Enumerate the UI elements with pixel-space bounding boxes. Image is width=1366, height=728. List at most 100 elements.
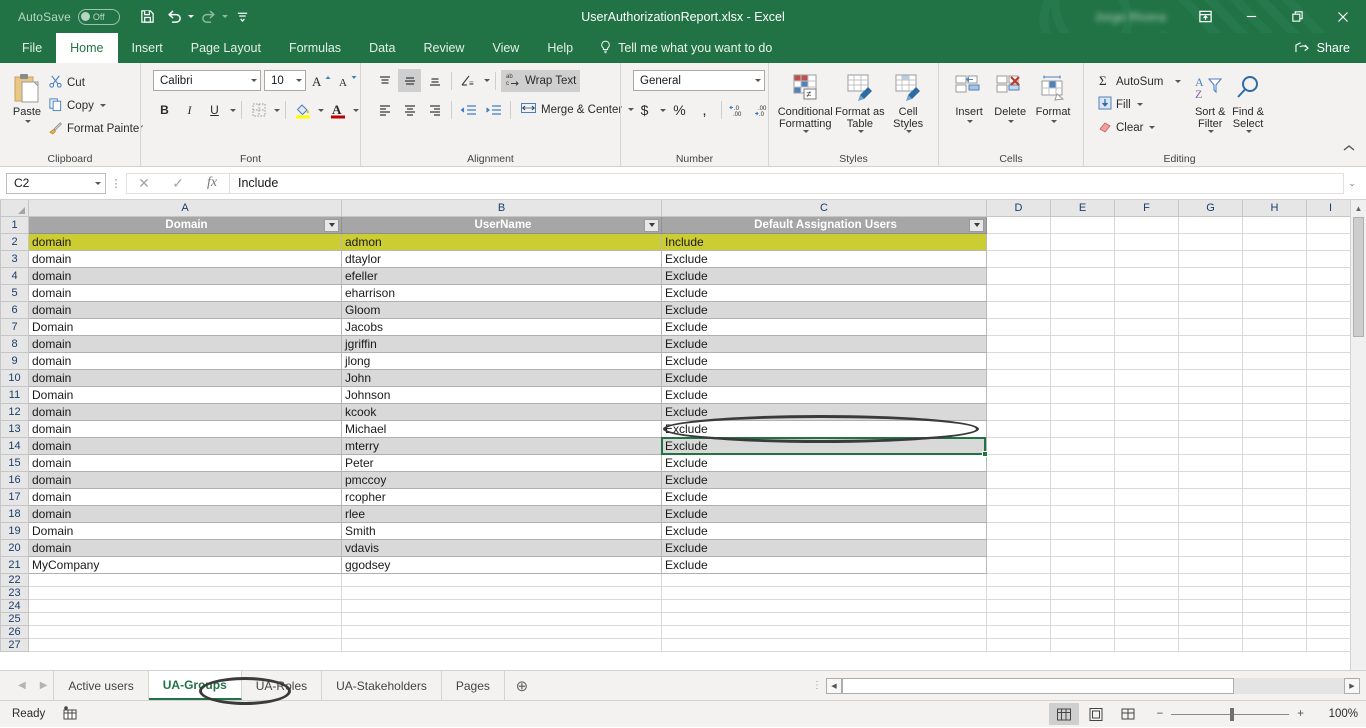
cell-domain-18[interactable]: domain: [28, 504, 342, 523]
formula-bar-splitter[interactable]: ⋮: [106, 177, 126, 190]
accounting-dropdown-icon[interactable]: [660, 108, 666, 112]
cell-d5[interactable]: [986, 283, 1051, 302]
cell-e18[interactable]: [1050, 504, 1115, 523]
cell-e23[interactable]: [1050, 585, 1115, 600]
tab-home[interactable]: Home: [56, 33, 118, 63]
cell-username-3[interactable]: dtaylor: [341, 249, 662, 268]
increase-decimal-icon[interactable]: .0.00: [727, 99, 750, 122]
cell-e20[interactable]: [1050, 538, 1115, 557]
cell-g17[interactable]: [1178, 487, 1243, 506]
cell-g13[interactable]: [1178, 419, 1243, 438]
sheet-tab-pages[interactable]: Pages: [442, 671, 505, 700]
row-header-3[interactable]: 3: [0, 249, 29, 268]
tab-file[interactable]: File: [8, 33, 56, 63]
cell-f2[interactable]: [1114, 232, 1179, 251]
cell-f14[interactable]: [1114, 436, 1179, 455]
cell-username-6[interactable]: Gloom: [341, 300, 662, 319]
cell-styles-button[interactable]: Cell Styles: [886, 68, 930, 133]
cell-h12[interactable]: [1242, 402, 1307, 421]
cell-e14[interactable]: [1050, 436, 1115, 455]
font-color-button[interactable]: A: [326, 99, 349, 122]
cell-f11[interactable]: [1114, 385, 1179, 404]
cell-i6[interactable]: [1306, 300, 1355, 319]
cell-g10[interactable]: [1178, 368, 1243, 387]
cell-username-11[interactable]: Johnson: [341, 385, 662, 404]
cell-domain-21[interactable]: MyCompany: [28, 555, 342, 574]
cell-f20[interactable]: [1114, 538, 1179, 557]
cell-g7[interactable]: [1178, 317, 1243, 336]
comma-style-button[interactable]: ,: [693, 99, 716, 122]
column-header-b[interactable]: B: [341, 200, 662, 217]
table-header-default-assignation-users[interactable]: Default Assignation Users: [661, 215, 987, 234]
cell-domain-9[interactable]: domain: [28, 351, 342, 370]
row-header-13[interactable]: 13: [0, 419, 29, 438]
row-header-25[interactable]: 25: [0, 611, 29, 626]
restore-icon[interactable]: [1274, 0, 1320, 33]
cell-d23[interactable]: [986, 585, 1051, 600]
cell-g25[interactable]: [1178, 611, 1243, 626]
cell-f24[interactable]: [1114, 598, 1179, 613]
cell-i25[interactable]: [1306, 611, 1355, 626]
align-center-icon[interactable]: [398, 98, 421, 121]
sheet-tab-active-users[interactable]: Active users: [53, 671, 149, 700]
cell-f6[interactable]: [1114, 300, 1179, 319]
cell-i17[interactable]: [1306, 487, 1355, 506]
cell-default-assignation-users-15[interactable]: Exclude: [661, 453, 987, 472]
cell-g12[interactable]: [1178, 402, 1243, 421]
cell-default-assignation-users-11[interactable]: Exclude: [661, 385, 987, 404]
cell-f22[interactable]: [1114, 572, 1179, 587]
cell-e2[interactable]: [1050, 232, 1115, 251]
cell-g27[interactable]: [1178, 637, 1243, 652]
undo-dropdown-icon[interactable]: [187, 15, 194, 18]
cell-h20[interactable]: [1242, 538, 1307, 557]
row-header-17[interactable]: 17: [0, 487, 29, 506]
cell-i2[interactable]: [1306, 232, 1355, 251]
cell-f3[interactable]: [1114, 249, 1179, 268]
cell-f18[interactable]: [1114, 504, 1179, 523]
customize-quick-access-icon[interactable]: [231, 5, 255, 29]
fill-color-button[interactable]: [291, 99, 314, 122]
ribbon-display-options-icon[interactable]: [1182, 0, 1228, 33]
cell-e1[interactable]: [1050, 215, 1115, 234]
cell-d3[interactable]: [986, 249, 1051, 268]
row-header-6[interactable]: 6: [0, 300, 29, 319]
row-header-11[interactable]: 11: [0, 385, 29, 404]
cell-c25[interactable]: [661, 611, 987, 626]
cell-g6[interactable]: [1178, 300, 1243, 319]
cell-e16[interactable]: [1050, 470, 1115, 489]
clear-button[interactable]: Clear: [1094, 116, 1185, 139]
undo-icon[interactable]: [163, 5, 187, 29]
cell-h25[interactable]: [1242, 611, 1307, 626]
cell-domain-5[interactable]: domain: [28, 283, 342, 302]
close-icon[interactable]: [1320, 0, 1366, 33]
row-header-23[interactable]: 23: [0, 585, 29, 600]
cell-i1[interactable]: [1306, 215, 1355, 234]
tab-insert[interactable]: Insert: [118, 33, 177, 63]
horizontal-scroll-track[interactable]: [842, 677, 1344, 694]
cell-g14[interactable]: [1178, 436, 1243, 455]
cell-d2[interactable]: [986, 232, 1051, 251]
cell-h23[interactable]: [1242, 585, 1307, 600]
cell-a23[interactable]: [28, 585, 342, 600]
add-sheet-icon[interactable]: ⊕: [505, 671, 539, 700]
cell-e27[interactable]: [1050, 637, 1115, 652]
cell-domain-16[interactable]: domain: [28, 470, 342, 489]
sort-filter-button[interactable]: A Z Sort & Filter: [1191, 68, 1229, 133]
cell-h8[interactable]: [1242, 334, 1307, 353]
cell-g23[interactable]: [1178, 585, 1243, 600]
cell-i3[interactable]: [1306, 249, 1355, 268]
cell-d26[interactable]: [986, 624, 1051, 639]
cell-default-assignation-users-14[interactable]: Exclude: [661, 436, 987, 455]
cell-i19[interactable]: [1306, 521, 1355, 540]
tab-data[interactable]: Data: [355, 33, 409, 63]
number-format-combo[interactable]: General: [633, 70, 765, 91]
number-format-dropdown-icon[interactable]: [755, 79, 761, 82]
cell-g16[interactable]: [1178, 470, 1243, 489]
cell-default-assignation-users-5[interactable]: Exclude: [661, 283, 987, 302]
cell-b26[interactable]: [341, 624, 662, 639]
cell-h16[interactable]: [1242, 470, 1307, 489]
cell-a22[interactable]: [28, 572, 342, 587]
cell-h5[interactable]: [1242, 283, 1307, 302]
vertical-scroll-thumb[interactable]: [1353, 217, 1364, 337]
cell-d19[interactable]: [986, 521, 1051, 540]
